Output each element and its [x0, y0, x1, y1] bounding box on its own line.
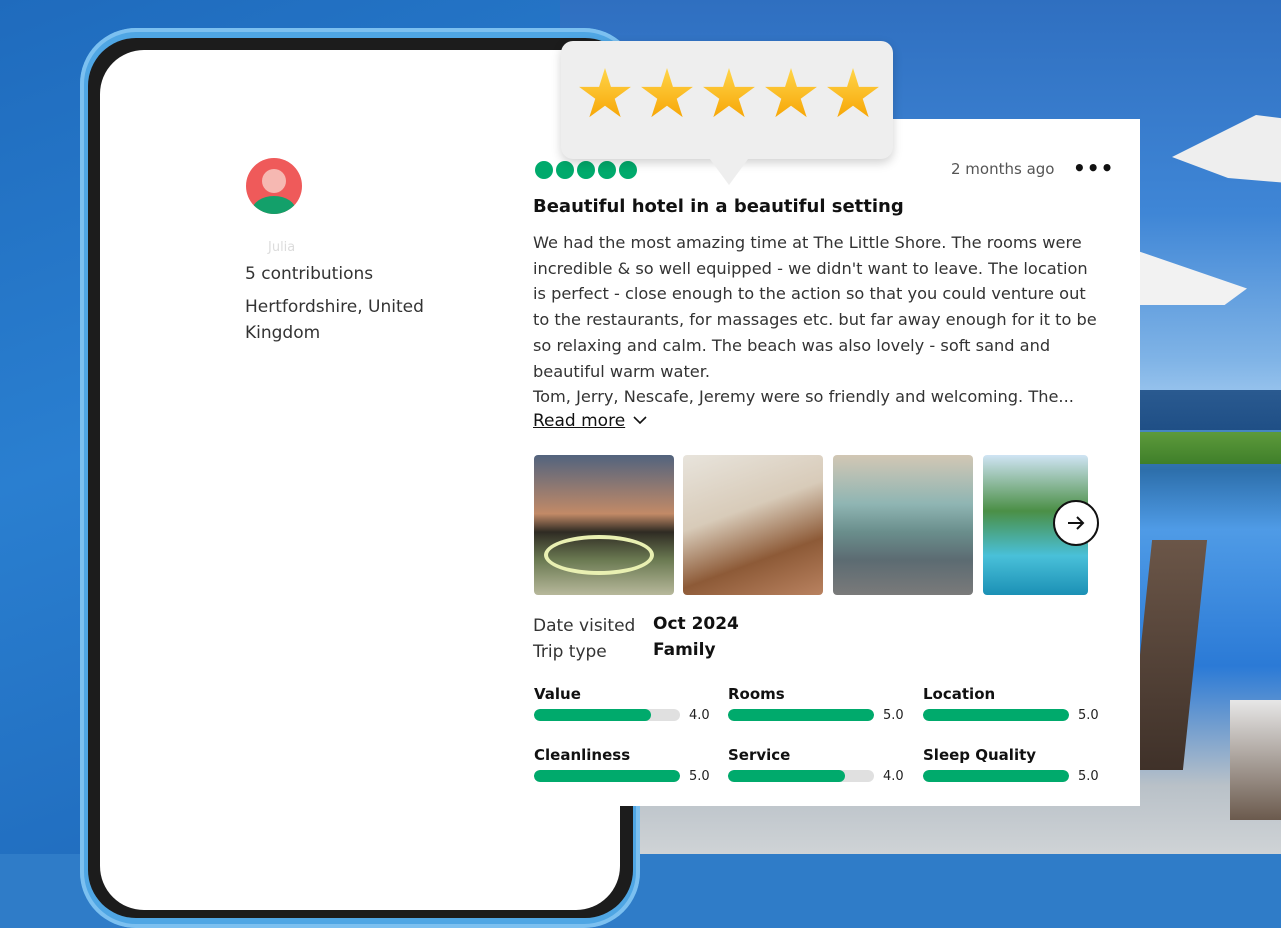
more-horizontal-icon: ••• [1073, 156, 1115, 180]
trip-type-value: Family [653, 640, 716, 660]
rating-bubbles [535, 161, 637, 179]
background-lawn [1138, 432, 1281, 464]
sub-rating-bar-fill [923, 770, 1069, 782]
sub-rating-score: 5.0 [689, 769, 710, 784]
sub-rating-score: 5.0 [1078, 708, 1099, 723]
review-title: Beautiful hotel in a beautiful setting [533, 196, 904, 217]
sub-rating-bar-fill [728, 770, 845, 782]
review-body: We had the most amazing time at The Litt… [533, 230, 1103, 410]
sub-rating-bar-fill [728, 709, 874, 721]
sub-rating-label: Location [923, 685, 996, 703]
background-lounger [1230, 700, 1281, 820]
sub-rating-bar [534, 709, 680, 721]
star-icon [765, 68, 817, 118]
review-photo[interactable] [683, 455, 823, 595]
sub-rating-bar [728, 709, 874, 721]
sub-rating-bar [534, 770, 680, 782]
sub-rating-bar [923, 770, 1069, 782]
review-body-text: We had the most amazing time at The Litt… [533, 233, 1097, 407]
avatar-head [262, 169, 286, 193]
star-icon [579, 68, 631, 118]
arrow-right-icon [1068, 516, 1085, 530]
reviewer-name[interactable]: Julia [268, 240, 295, 255]
sub-rating-label: Sleep Quality [923, 746, 1037, 764]
sub-rating-score: 5.0 [883, 708, 904, 723]
sub-rating-bar-fill [534, 770, 680, 782]
review-time-ago: 2 months ago [951, 160, 1055, 178]
sub-rating-score: 5.0 [1078, 769, 1099, 784]
sub-rating-bar-fill [923, 709, 1069, 721]
sub-rating-bar-fill [534, 709, 651, 721]
rating-bubble [598, 161, 616, 179]
rating-bubble [535, 161, 553, 179]
sub-rating-label: Service [728, 746, 791, 764]
sub-rating-label: Rooms [728, 685, 785, 703]
review-photo[interactable] [534, 455, 674, 595]
chevron-down-icon[interactable] [632, 412, 648, 432]
reviewer-contributions: 5 contributions [245, 264, 374, 284]
trip-type-label: Trip type [533, 642, 607, 662]
avatar-body [252, 196, 296, 214]
avatar[interactable] [246, 158, 302, 214]
sub-rating-bar [728, 770, 874, 782]
sub-rating-label: Cleanliness [534, 746, 631, 764]
rating-bubble [577, 161, 595, 179]
star-icon [641, 68, 693, 118]
read-more-link[interactable]: Read more [533, 411, 625, 431]
background-sea [1130, 390, 1281, 430]
review-photo[interactable] [833, 455, 973, 595]
star-rating [578, 68, 880, 122]
sub-rating-score: 4.0 [883, 769, 904, 784]
rating-bubble [619, 161, 637, 179]
sub-rating-bar [923, 709, 1069, 721]
star-icon [827, 68, 879, 118]
sub-rating-score: 4.0 [689, 708, 710, 723]
star-popup-tail [707, 155, 751, 185]
date-visited-label: Date visited [533, 616, 636, 636]
more-options-button[interactable]: ••• [1073, 158, 1114, 178]
next-photo-button[interactable] [1053, 500, 1099, 546]
date-visited-value: Oct 2024 [653, 614, 739, 634]
sub-rating-label: Value [534, 685, 581, 703]
star-icon [703, 68, 755, 118]
reviewer-location: Hertfordshire, United Kingdom [245, 297, 424, 343]
rating-bubble [556, 161, 574, 179]
